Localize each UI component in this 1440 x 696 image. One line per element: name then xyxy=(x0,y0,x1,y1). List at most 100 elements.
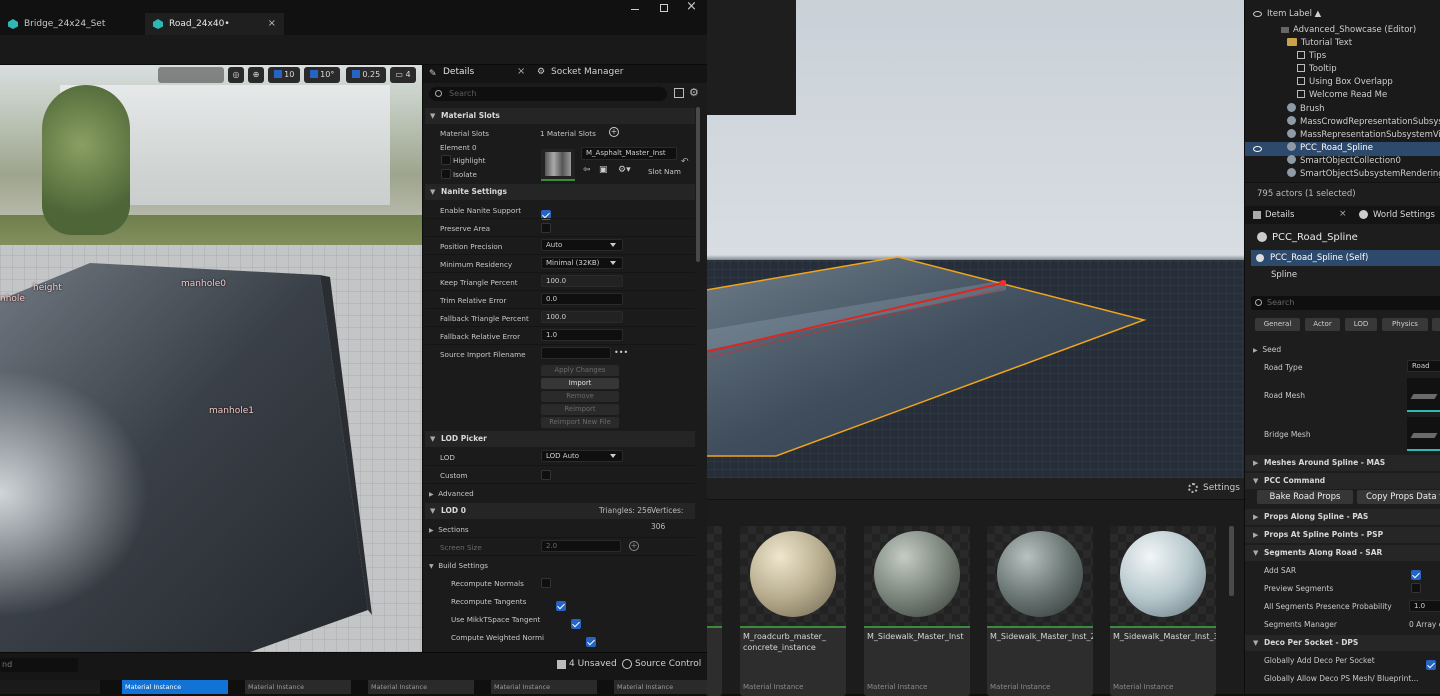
browse-dots-icon[interactable]: ••• xyxy=(614,348,628,357)
details-search[interactable]: Search xyxy=(1251,296,1440,310)
preview-segments-checkbox[interactable] xyxy=(1411,583,1421,593)
maximize-icon[interactable] xyxy=(660,4,668,12)
outliner-row[interactable]: Advanced_Showcase (Editor) xyxy=(1245,25,1440,39)
settings-gear-icon[interactable]: ⚙ xyxy=(689,86,699,99)
component-spline[interactable]: Spline xyxy=(1271,270,1297,280)
fallback-error-field[interactable]: 1.0 xyxy=(541,329,623,341)
isolate-checkbox[interactable] xyxy=(441,169,451,179)
asset-type[interactable]: Material Instance xyxy=(368,680,474,694)
asset-tile-sidewalk-3[interactable]: M_Sidewalk_Master_Inst_3 Material Instan… xyxy=(1110,526,1216,696)
keep-triangle-field[interactable]: 100.0 xyxy=(541,275,623,287)
category-sar[interactable]: ▼ Segments Along Road - SAR xyxy=(1245,545,1440,561)
outliner-row[interactable]: Brush xyxy=(1245,103,1440,117)
component-self[interactable]: PCC_Road_Spline (Self) xyxy=(1251,250,1440,266)
screen-size-field[interactable]: 2.0 xyxy=(541,540,621,552)
tab-details[interactable]: Details xyxy=(443,67,474,77)
settings-gear-icon[interactable] xyxy=(1188,483,1198,493)
recompute-tangents-checkbox[interactable] xyxy=(556,601,567,611)
surface-snap-icon[interactable]: ◎ xyxy=(228,67,244,83)
material-picker[interactable]: M_Asphalt_Master_Inst xyxy=(581,147,677,160)
close-tab-icon[interactable]: × xyxy=(268,13,276,35)
asset-type-selected[interactable]: Material Instance xyxy=(122,680,228,694)
minimize-icon[interactable] xyxy=(631,9,639,10)
outliner-row[interactable]: SmartObjectCollection0 xyxy=(1245,155,1440,169)
copy-props-button[interactable]: Copy Props Data to xyxy=(1357,490,1440,504)
transform-tools-group[interactable] xyxy=(158,67,224,83)
unsaved-count[interactable]: 4 Unsaved xyxy=(569,659,617,669)
preserve-area-checkbox[interactable] xyxy=(541,223,551,233)
custom-checkbox[interactable] xyxy=(541,470,551,480)
outliner-row[interactable]: Tooltip xyxy=(1245,64,1440,78)
table-view-icon[interactable] xyxy=(674,88,684,98)
trim-error-field[interactable]: 0.0 xyxy=(541,293,623,305)
details-scrollbar[interactable] xyxy=(696,107,700,262)
filter-more[interactable] xyxy=(1432,318,1440,331)
material-thumbnail[interactable] xyxy=(541,149,575,181)
mesh-viewport[interactable]: height nhole manhole0 manhole1 xyxy=(0,65,422,652)
outliner-row[interactable]: MassCrowdRepresentationSubsyste xyxy=(1245,116,1440,130)
outliner-row[interactable]: Welcome Read Me xyxy=(1245,90,1440,104)
outliner-row[interactable]: Using Box Overlapp xyxy=(1245,77,1440,91)
level-viewport[interactable] xyxy=(706,0,1244,478)
outliner-row[interactable]: SmartObjectSubsystemRenderingA xyxy=(1245,168,1440,182)
bridge-mesh-thumbnail[interactable] xyxy=(1407,417,1440,451)
grid-snap-button[interactable]: 10 xyxy=(268,67,300,83)
use-selected-icon[interactable]: ⇦ xyxy=(583,165,591,175)
category-material-slots[interactable]: ▼ Material Slots xyxy=(425,108,695,124)
lod-select[interactable]: LOD Auto xyxy=(541,450,623,462)
filter-physics[interactable]: Physics xyxy=(1382,318,1428,331)
source-control-button[interactable]: Source Control xyxy=(635,659,701,669)
min-residency-select[interactable]: Minimal (32KB) xyxy=(541,257,623,269)
road-spline-mesh[interactable] xyxy=(706,0,1244,478)
console-input[interactable]: nd xyxy=(0,658,78,672)
outliner-row[interactable]: Tips xyxy=(1245,51,1440,65)
material-options-icon[interactable]: ⚙▾ xyxy=(618,165,631,175)
remove-button[interactable]: Remove xyxy=(541,391,619,402)
seed-row[interactable]: ▶ Seed xyxy=(1245,345,1440,354)
asset-type[interactable]: Material Instance xyxy=(245,680,351,694)
recompute-normals-checkbox[interactable] xyxy=(541,578,551,588)
presence-field[interactable]: 1.0 xyxy=(1409,600,1440,612)
tab-bridge[interactable]: Bridge_24x24_Set xyxy=(0,13,143,35)
sections-row[interactable]: ▶ Sections xyxy=(429,525,469,534)
category-lod-picker[interactable]: ▼ LOD Picker xyxy=(425,431,695,447)
category-nanite[interactable]: ▼ Nanite Settings xyxy=(425,184,695,200)
outliner-header[interactable]: Item Label ▲ xyxy=(1245,8,1440,22)
category-pcc[interactable]: ▼ PCC Command xyxy=(1245,473,1440,489)
source-import-field[interactable] xyxy=(541,347,611,359)
asset-tile-sidewalk-1[interactable]: M_Sidewalk_Master_Inst Material Instance xyxy=(864,526,970,696)
build-settings-row[interactable]: ▼ Build Settings xyxy=(429,561,488,570)
filter-lod[interactable]: LOD xyxy=(1345,318,1377,331)
close-icon[interactable]: × xyxy=(517,66,525,77)
category-mas[interactable]: ▶ Meshes Around Spline - MAS xyxy=(1245,455,1440,471)
road-mesh-thumbnail[interactable] xyxy=(1407,378,1440,412)
weighted-normals-checkbox[interactable] xyxy=(586,637,597,647)
asset-type[interactable]: Material Instance xyxy=(491,680,597,694)
outliner-row-selected[interactable]: PCC_Road_Spline xyxy=(1245,142,1440,156)
asset-tile-partial[interactable] xyxy=(706,526,722,696)
road-type-select[interactable]: Road xyxy=(1407,360,1440,372)
category-lod0[interactable]: ▼ LOD 0 Triangles: 256 Vertices: 306 xyxy=(425,503,695,531)
reset-arrow-icon[interactable]: ↶ xyxy=(681,157,689,167)
browse-folder-icon[interactable]: ▣ xyxy=(599,165,608,175)
tab-world-settings[interactable]: World Settings xyxy=(1373,210,1435,220)
add-slot-icon[interactable]: + xyxy=(609,127,619,137)
filter-actor[interactable]: Actor xyxy=(1305,318,1340,331)
add-sar-checkbox[interactable] xyxy=(1411,570,1421,580)
asset-tile-sidewalk-2[interactable]: M_Sidewalk_Master_Inst_2 Material Instan… xyxy=(987,526,1093,696)
category-pas[interactable]: ▶ Props Along Spline - PAS xyxy=(1245,509,1440,525)
mikkt-checkbox[interactable] xyxy=(571,619,582,629)
details-search[interactable]: Search xyxy=(429,87,667,101)
local-world-icon[interactable]: ⊕ xyxy=(248,67,264,83)
settings-label[interactable]: Settings xyxy=(1203,483,1240,493)
advanced-row[interactable]: ▶ Advanced xyxy=(429,489,474,498)
close-window-icon[interactable]: × xyxy=(686,0,697,14)
tab-details[interactable]: Details xyxy=(1265,210,1294,220)
asset-type[interactable]: Material Instance xyxy=(614,680,706,694)
content-scrollbar[interactable] xyxy=(1229,526,1234,596)
global-add-deco-checkbox[interactable] xyxy=(1426,660,1437,670)
apply-changes-button[interactable]: Apply Changes xyxy=(541,365,619,376)
asset-tile-roadcurb[interactable]: M_roadcurb_master_ concrete_instance Mat… xyxy=(740,526,846,696)
camera-speed-button[interactable]: ▭ 4 xyxy=(390,67,416,83)
outliner-row[interactable]: MassRepresentationSubsystemVisu xyxy=(1245,129,1440,143)
